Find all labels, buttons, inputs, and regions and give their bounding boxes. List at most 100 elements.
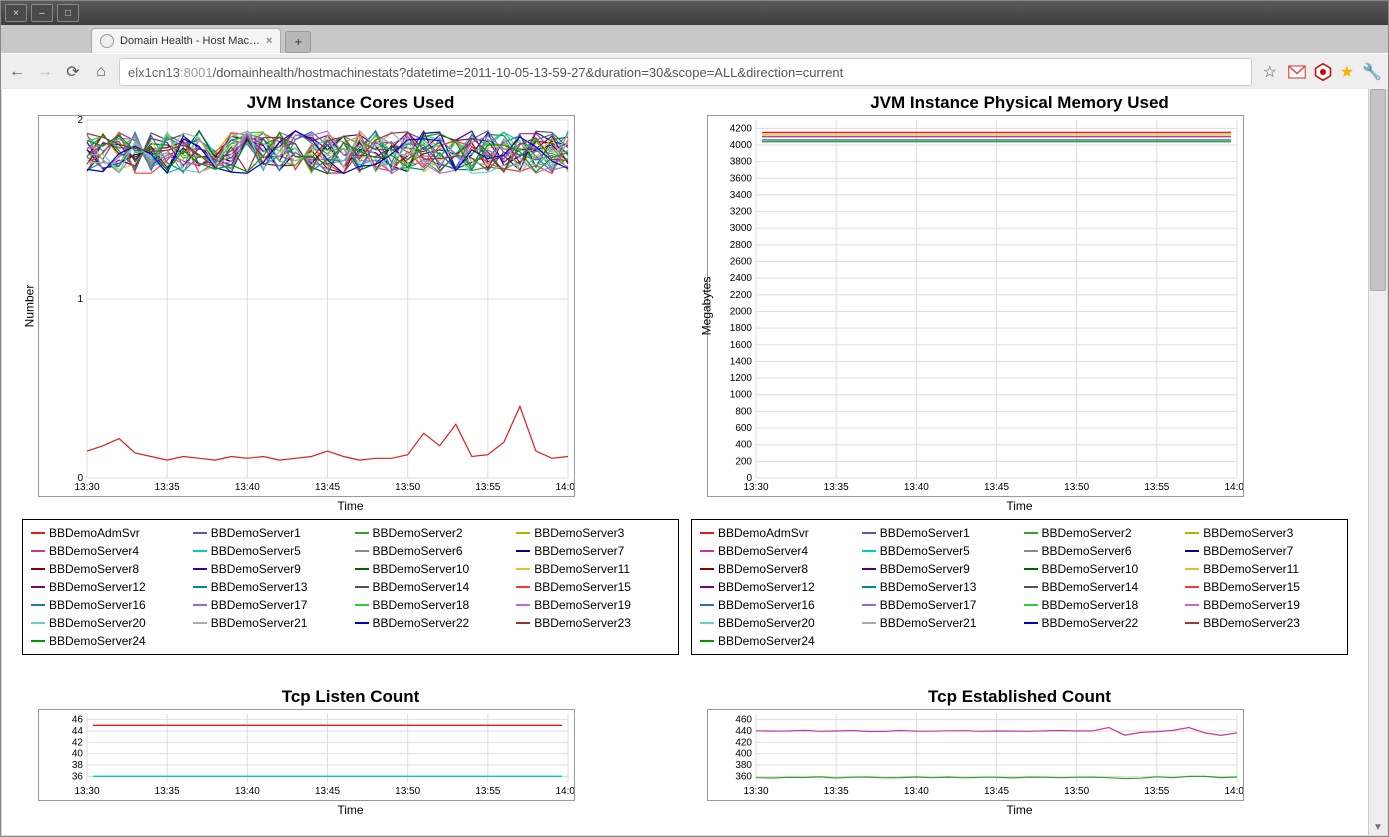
legend-item: BBDemoServer15 xyxy=(516,580,670,594)
svg-text:800: 800 xyxy=(735,406,752,417)
legend-item: BBDemoServer14 xyxy=(355,580,509,594)
svg-text:400: 400 xyxy=(735,749,752,760)
legend-item: BBDemoServer2 xyxy=(355,526,509,540)
svg-text:13:30: 13:30 xyxy=(74,786,99,797)
chart-mem: 0200400600800100012001400160018002000220… xyxy=(707,115,1244,497)
legend-item: BBDemoServer13 xyxy=(193,580,347,594)
svg-text:13:35: 13:35 xyxy=(824,482,849,493)
scroll-thumb[interactable] xyxy=(1370,89,1386,291)
legend-item: BBDemoServer16 xyxy=(31,598,185,612)
svg-text:13:35: 13:35 xyxy=(824,786,849,797)
svg-text:4000: 4000 xyxy=(730,140,753,151)
legend-item: BBDemoServer12 xyxy=(31,580,185,594)
svg-text:2600: 2600 xyxy=(730,257,753,268)
legend-item: BBDemoServer3 xyxy=(1185,526,1339,540)
svg-text:13:35: 13:35 xyxy=(155,786,180,797)
chart-title: Tcp Listen Count xyxy=(22,687,679,707)
legend-item: BBDemoServer9 xyxy=(862,562,1016,576)
reload-button[interactable]: ⟳ xyxy=(63,62,83,82)
legend-item: BBDemoServer16 xyxy=(700,598,854,612)
tab-close-icon[interactable]: × xyxy=(266,35,272,47)
legend-item: BBDemoServer4 xyxy=(700,544,854,558)
svg-text:3200: 3200 xyxy=(730,207,753,218)
vertical-scrollbar[interactable]: ▲ ▼ xyxy=(1368,89,1387,835)
wrench-icon[interactable]: 🔧 xyxy=(1362,62,1382,82)
svg-text:42: 42 xyxy=(72,737,84,748)
svg-text:1: 1 xyxy=(77,294,83,305)
legend-item: BBDemoServer9 xyxy=(193,562,347,576)
url-bar[interactable]: elx1cn13:8001/domainhealth/hostmachinest… xyxy=(119,58,1252,86)
chart-tcpest: 36038040042044046013:3013:3513:4013:4513… xyxy=(707,709,1244,801)
chart-title: JVM Instance Cores Used xyxy=(22,93,679,113)
legend-item: BBDemoServer2 xyxy=(1024,526,1178,540)
new-tab-button[interactable]: + xyxy=(285,31,311,53)
chart-legend: BBDemoAdmSvrBBDemoServer1BBDemoServer2BB… xyxy=(22,519,679,655)
svg-text:13:55: 13:55 xyxy=(1144,482,1169,493)
svg-text:1400: 1400 xyxy=(730,356,753,367)
legend-item: BBDemoServer10 xyxy=(1024,562,1178,576)
legend-item: BBDemoServer22 xyxy=(355,616,509,630)
svg-text:380: 380 xyxy=(735,760,752,771)
svg-text:13:35: 13:35 xyxy=(155,482,180,493)
scroll-down-icon[interactable]: ▼ xyxy=(1369,819,1387,835)
svg-text:2800: 2800 xyxy=(730,240,753,251)
svg-text:13:50: 13:50 xyxy=(395,482,420,493)
legend-item: BBDemoServer17 xyxy=(862,598,1016,612)
svg-text:44: 44 xyxy=(72,726,84,737)
tab-title: Domain Health - Host Mac… xyxy=(120,35,260,47)
legend-item: BBDemoServer8 xyxy=(700,562,854,576)
legend-item: BBDemoServer18 xyxy=(1024,598,1178,612)
legend-item: BBDemoServer20 xyxy=(31,616,185,630)
svg-text:440: 440 xyxy=(735,726,752,737)
svg-text:460: 460 xyxy=(735,715,752,726)
chart-legend: BBDemoAdmSvrBBDemoServer1BBDemoServer2BB… xyxy=(691,519,1348,655)
svg-text:13:45: 13:45 xyxy=(315,786,340,797)
svg-text:13:55: 13:55 xyxy=(475,786,500,797)
legend-item: BBDemoServer21 xyxy=(193,616,347,630)
svg-text:2400: 2400 xyxy=(730,273,753,284)
svg-text:13:50: 13:50 xyxy=(1064,482,1089,493)
home-button[interactable]: ⌂ xyxy=(91,62,111,82)
svg-text:13:45: 13:45 xyxy=(315,482,340,493)
chart-title: JVM Instance Physical Memory Used xyxy=(691,93,1348,113)
svg-text:13:50: 13:50 xyxy=(395,786,420,797)
legend-item: BBDemoAdmSvr xyxy=(700,526,854,540)
svg-text:40: 40 xyxy=(72,749,84,760)
gmail-icon[interactable] xyxy=(1288,63,1306,81)
legend-item: BBDemoServer10 xyxy=(355,562,509,576)
star-icon[interactable]: ★ xyxy=(1340,62,1354,82)
svg-text:360: 360 xyxy=(735,771,752,782)
chart-title: Tcp Established Count xyxy=(691,687,1348,707)
svg-text:3400: 3400 xyxy=(730,190,753,201)
adblock-icon[interactable] xyxy=(1314,63,1332,81)
svg-text:3000: 3000 xyxy=(730,223,753,234)
legend-item: BBDemoServer21 xyxy=(862,616,1016,630)
back-button[interactable]: ← xyxy=(7,62,27,82)
svg-text:13:55: 13:55 xyxy=(475,482,500,493)
svg-text:2000: 2000 xyxy=(730,306,753,317)
forward-button[interactable]: → xyxy=(35,62,55,82)
window-minimize-button[interactable]: – xyxy=(31,4,53,22)
svg-text:2: 2 xyxy=(77,115,83,126)
svg-text:200: 200 xyxy=(735,456,752,467)
browser-tab[interactable]: Domain Health - Host Mac… × xyxy=(91,28,281,53)
bookmark-icon[interactable]: ☆ xyxy=(1260,62,1280,82)
window-maximize-button[interactable]: □ xyxy=(57,4,79,22)
svg-text:13:50: 13:50 xyxy=(1064,786,1089,797)
legend-item: BBDemoServer13 xyxy=(862,580,1016,594)
legend-item: BBDemoServer24 xyxy=(700,634,854,648)
legend-item: BBDemoServer3 xyxy=(516,526,670,540)
svg-text:13:40: 13:40 xyxy=(904,482,929,493)
svg-text:14:00: 14:00 xyxy=(555,786,575,797)
legend-item: BBDemoServer5 xyxy=(193,544,347,558)
legend-item: BBDemoServer1 xyxy=(193,526,347,540)
legend-item: BBDemoServer23 xyxy=(516,616,670,630)
legend-item: BBDemoServer7 xyxy=(1185,544,1339,558)
legend-item: BBDemoServer19 xyxy=(516,598,670,612)
url-port: :8001 xyxy=(180,65,213,80)
svg-text:420: 420 xyxy=(735,737,752,748)
svg-text:600: 600 xyxy=(735,423,752,434)
window-close-button[interactable]: × xyxy=(5,4,27,22)
chart-tcplisten: 36384042444613:3013:3513:4013:4513:5013:… xyxy=(38,709,575,801)
y-axis-label: Number xyxy=(22,285,36,328)
